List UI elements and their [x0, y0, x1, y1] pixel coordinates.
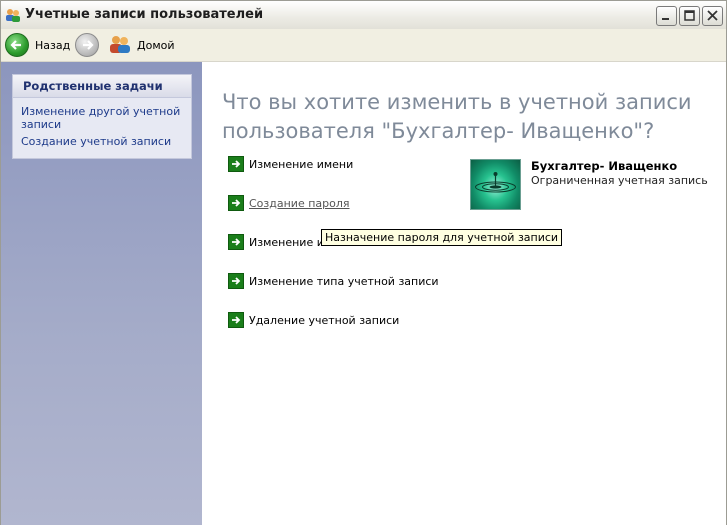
green-arrow-icon: [228, 312, 244, 328]
green-arrow-icon: [228, 156, 244, 172]
title-bar[interactable]: Учетные записи пользователей: [1, 1, 726, 30]
toolbar: Назад Домой: [1, 29, 726, 62]
task-label: Удаление учетной записи: [249, 313, 400, 327]
main-content: Что вы хотите изменить в учетной записи …: [202, 62, 726, 525]
users-icon: [5, 7, 21, 23]
page-question: Что вы хотите изменить в учетной записи …: [222, 90, 692, 143]
link-create-account[interactable]: Создание учетной записи: [21, 135, 185, 148]
task-label: Создание пароля: [249, 196, 350, 210]
forward-arrow-icon: [75, 33, 99, 57]
panel-title: Родственные задачи: [13, 75, 191, 98]
user-avatar: [470, 159, 521, 210]
window-title: Учетные записи пользователей: [25, 7, 264, 22]
users-home-icon: [109, 34, 131, 57]
sidebar: Родственные задачи Изменение другой учет…: [1, 62, 202, 525]
user-account-type: Ограниченная учетная запись: [531, 174, 708, 187]
back-arrow-icon: [5, 33, 29, 57]
home-label: Домой: [137, 38, 175, 52]
task-change-account-type[interactable]: Изменение типа учетной записи: [228, 273, 439, 289]
task-delete-account[interactable]: Удаление учетной записи: [228, 312, 399, 328]
forward-button[interactable]: [75, 33, 99, 57]
maximize-button[interactable]: [679, 6, 700, 26]
task-label: Изменение имени: [249, 157, 354, 171]
panel-body: Изменение другой учетной записи Создание…: [13, 98, 191, 158]
back-label: Назад: [35, 38, 71, 52]
task-label: Изменение типа учетной записи: [249, 274, 439, 288]
minimize-button[interactable]: [656, 6, 677, 26]
task-change-name[interactable]: Изменение имени: [228, 156, 353, 172]
related-tasks-panel: Родственные задачи Изменение другой учет…: [12, 74, 192, 159]
home-button[interactable]: Домой: [109, 33, 175, 57]
green-arrow-icon: [228, 195, 244, 211]
user-accounts-window: Учетные записи пользователей Назад Домой…: [0, 0, 727, 525]
link-change-other-account[interactable]: Изменение другой учетной записи: [21, 105, 185, 131]
user-name: Бухгалтер- Иващенко: [531, 159, 678, 173]
green-arrow-icon: [228, 273, 244, 289]
close-button[interactable]: [702, 6, 723, 26]
tooltip: Назначение пароля для учетной записи: [321, 229, 563, 246]
green-arrow-icon: [228, 234, 244, 250]
back-button[interactable]: Назад: [5, 33, 70, 57]
task-create-password[interactable]: Создание пароля: [228, 195, 350, 211]
